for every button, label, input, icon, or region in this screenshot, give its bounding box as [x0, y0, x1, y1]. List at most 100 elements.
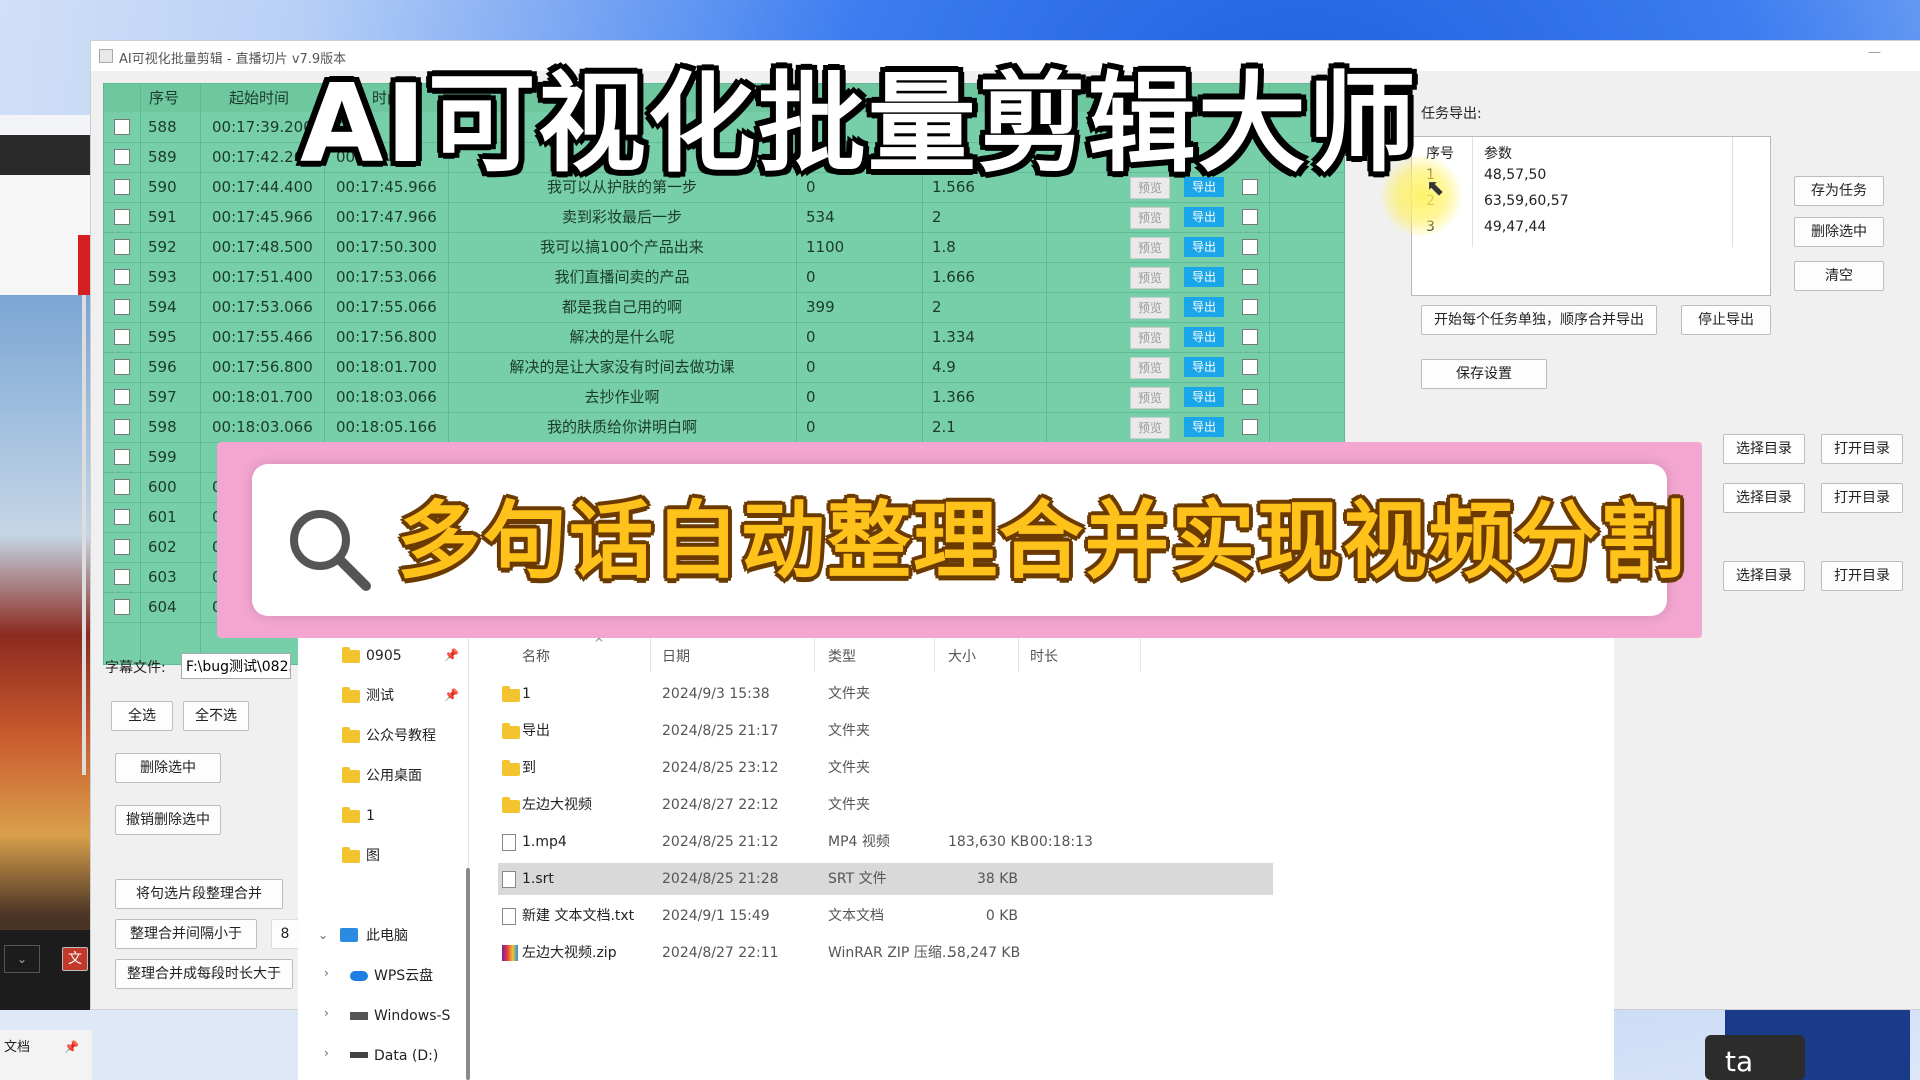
nav-item[interactable]: 图	[366, 844, 380, 868]
chevron-down-icon[interactable]: ⌄	[318, 928, 328, 942]
open-dir-button-2[interactable]: 打开目录	[1821, 483, 1903, 513]
interval-value[interactable]: 8	[271, 919, 299, 949]
row-checkbox[interactable]	[114, 149, 130, 165]
row-checkbox[interactable]	[114, 299, 130, 315]
file-row[interactable]: 左边大视频.zip 2024/8/27 22:11 WinRAR ZIP 压缩...…	[498, 937, 1273, 969]
row-checkbox-right[interactable]	[1242, 209, 1258, 225]
export-button[interactable]: 导出	[1184, 267, 1224, 287]
row-checkbox[interactable]	[114, 449, 130, 465]
preview-button[interactable]: 预览	[1130, 237, 1170, 259]
row-checkbox[interactable]	[114, 209, 130, 225]
select-all-button[interactable]: 全选	[111, 701, 173, 731]
minimize-icon[interactable]: —	[1868, 45, 1881, 60]
row-checkbox-right[interactable]	[1242, 269, 1258, 285]
stop-export-button[interactable]: 停止导出	[1681, 305, 1771, 335]
select-dir-button-3[interactable]: 选择目录	[1723, 561, 1805, 591]
nav-scrollbar[interactable]	[466, 868, 470, 1080]
row-checkbox-right[interactable]	[1242, 389, 1258, 405]
export-button[interactable]: 导出	[1184, 237, 1224, 257]
task-row-params[interactable]: 49,47,44	[1484, 219, 1546, 235]
nav-item[interactable]: 测试	[366, 684, 394, 708]
table-row[interactable]: 597 00:18:01.700 00:18:03.066 去抄作业啊 0 1.366 预览…	[104, 382, 1344, 413]
col-type[interactable]: 类型	[828, 646, 856, 666]
export-button[interactable]: 导出	[1184, 207, 1224, 227]
row-checkbox[interactable]	[114, 419, 130, 435]
table-row[interactable]: 596 00:17:56.800 00:18:01.700 解决的是让大家没有时间去做…	[104, 352, 1344, 383]
row-checkbox[interactable]	[114, 239, 130, 255]
pin-icon[interactable]: 📌	[444, 688, 459, 702]
left-doc-item[interactable]: 文档 📌	[0, 1030, 92, 1080]
row-checkbox[interactable]	[114, 569, 130, 585]
row-checkbox[interactable]	[114, 509, 130, 525]
table-row[interactable]: 594 00:17:53.066 00:17:55.066 都是我自己用的啊 399 2 预…	[104, 292, 1344, 323]
chevron-right-icon[interactable]: ›	[324, 1006, 329, 1020]
table-row[interactable]: 593 00:17:51.400 00:17:53.066 我们直播间卖的产品 0 1.6…	[104, 262, 1344, 293]
file-row[interactable]: 1 2024/9/3 15:38 文件夹	[498, 678, 1273, 710]
preview-button[interactable]: 预览	[1130, 207, 1170, 229]
save-settings-button[interactable]: 保存设置	[1421, 359, 1547, 389]
merge-sentences-button[interactable]: 将句选片段整理合并	[115, 879, 283, 909]
start-export-button[interactable]: 开始每个任务单独，顺序合并导出	[1421, 305, 1657, 335]
row-checkbox-right[interactable]	[1242, 359, 1258, 375]
row-checkbox[interactable]	[114, 269, 130, 285]
merge-interval-button[interactable]: 整理合并间隔小于	[115, 919, 257, 949]
nav-item[interactable]: 0905	[366, 644, 402, 668]
subtitle-file-input[interactable]: F:\bug测试\0825	[181, 653, 291, 679]
col-date[interactable]: 日期	[662, 646, 690, 666]
nav-item[interactable]: 1	[366, 804, 375, 828]
task-row-params[interactable]: 48,57,50	[1484, 167, 1546, 183]
file-row[interactable]: 到 2024/8/25 23:12 文件夹	[498, 752, 1273, 784]
chevron-right-icon[interactable]: ›	[324, 966, 329, 980]
table-row[interactable]: 598 00:18:03.066 00:18:05.166 我的肤质给你讲明白啊 0 2.…	[104, 412, 1344, 443]
pin-icon[interactable]: 📌	[444, 648, 459, 662]
dropdown-chevron-icon[interactable]: ⌄	[4, 945, 40, 973]
row-checkbox[interactable]	[114, 539, 130, 555]
select-dir-button-1[interactable]: 选择目录	[1723, 434, 1805, 464]
row-checkbox-right[interactable]	[1242, 329, 1258, 345]
row-checkbox-right[interactable]	[1242, 419, 1258, 435]
export-button[interactable]: 导出	[1184, 357, 1224, 377]
preview-button[interactable]: 预览	[1130, 357, 1170, 379]
export-button[interactable]: 导出	[1184, 327, 1224, 347]
row-checkbox-right[interactable]	[1242, 299, 1258, 315]
save-task-button[interactable]: 存为任务	[1794, 176, 1884, 206]
row-checkbox[interactable]	[114, 179, 130, 195]
row-checkbox-right[interactable]	[1242, 239, 1258, 255]
preview-button[interactable]: 预览	[1130, 267, 1170, 289]
undo-delete-button[interactable]: 撤销删除选中	[115, 805, 221, 835]
select-none-button[interactable]: 全不选	[183, 701, 249, 731]
merge-duration-button[interactable]: 整理合并成每段时长大于	[115, 959, 293, 989]
open-dir-button-1[interactable]: 打开目录	[1821, 434, 1903, 464]
select-dir-button-2[interactable]: 选择目录	[1723, 483, 1805, 513]
preview-button[interactable]: 预览	[1130, 297, 1170, 319]
row-checkbox[interactable]	[114, 389, 130, 405]
col-size[interactable]: 大小	[948, 646, 976, 666]
nav-data-drive[interactable]: Data (D:)	[374, 1044, 438, 1068]
preview-button[interactable]: 预览	[1130, 417, 1170, 439]
col-duration[interactable]: 时长	[1030, 646, 1058, 666]
preview-button[interactable]: 预览	[1130, 327, 1170, 349]
task-row-params[interactable]: 63,59,60,57	[1484, 193, 1569, 209]
row-checkbox[interactable]	[114, 329, 130, 345]
file-row[interactable]: 导出 2024/8/25 21:17 文件夹	[498, 715, 1273, 747]
row-checkbox[interactable]	[114, 359, 130, 375]
file-row[interactable]: 新建 文本文档.txt 2024/9/1 15:49 文本文档 0 KB	[498, 900, 1273, 932]
table-row[interactable]: 591 00:17:45.966 00:17:47.966 卖到彩妆最后一步 534 2 预…	[104, 202, 1344, 233]
file-row[interactable]: 1.mp4 2024/8/25 21:12 MP4 视频 183,630 KB 00:1…	[498, 826, 1273, 858]
nav-windows-drive[interactable]: Windows-S	[374, 1004, 450, 1028]
file-row[interactable]: 左边大视频 2024/8/27 22:12 文件夹	[498, 789, 1273, 821]
table-row[interactable]: 595 00:17:55.466 00:17:56.800 解决的是什么呢 0 1.334…	[104, 322, 1344, 353]
export-button[interactable]: 导出	[1184, 417, 1224, 437]
row-checkbox[interactable]	[114, 599, 130, 615]
chevron-right-icon[interactable]: ›	[324, 1046, 329, 1060]
file-row[interactable]: 1.srt 2024/8/25 21:28 SRT 文件 38 KB	[498, 863, 1273, 895]
row-checkbox[interactable]	[114, 119, 130, 135]
delete-task-button[interactable]: 删除选中	[1794, 217, 1884, 247]
clear-tasks-button[interactable]: 清空	[1794, 261, 1884, 291]
preview-button[interactable]: 预览	[1130, 387, 1170, 409]
export-button[interactable]: 导出	[1184, 297, 1224, 317]
open-dir-button-3[interactable]: 打开目录	[1821, 561, 1903, 591]
nav-item[interactable]: 公用桌面	[366, 764, 422, 788]
export-button[interactable]: 导出	[1184, 387, 1224, 407]
delete-selected-button[interactable]: 删除选中	[115, 753, 221, 783]
